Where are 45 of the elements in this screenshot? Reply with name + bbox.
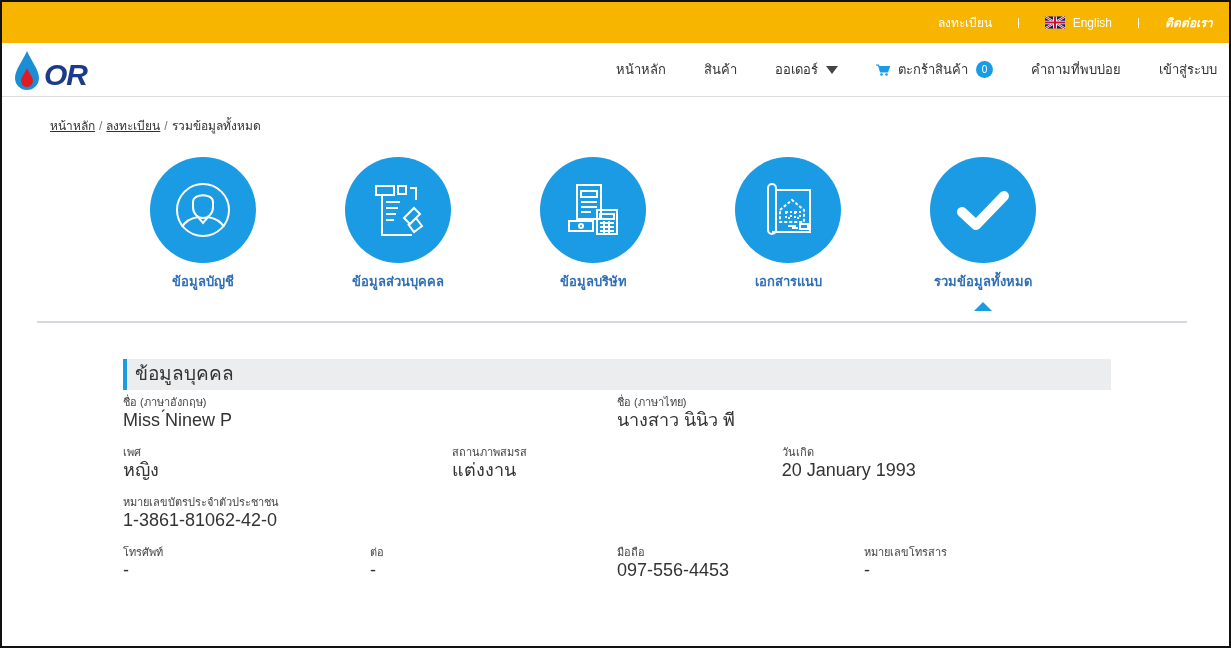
field-value: 20 January 1993	[781, 460, 917, 482]
field-value: Miss ́Ninew P	[123, 410, 234, 432]
nav-link[interactable]: หน้าหลัก	[616, 59, 666, 80]
breadcrumb-separator: /	[164, 119, 168, 133]
step-tab[interactable]: เอกสารแนบ	[754, 272, 822, 292]
field-value: -	[123, 560, 130, 582]
cart-icon	[876, 63, 890, 76]
step-tab[interactable]: ข้อมูลส่วนบุคคล	[352, 272, 444, 292]
field-label: สถานภาพสมรส	[452, 444, 529, 460]
field-value: นางสาว นินิว พี	[617, 410, 736, 432]
breadcrumb-link[interactable]: ลงทะเบียน	[106, 119, 161, 133]
section-heading: ข้อมูลบุคคล	[123, 359, 1111, 390]
field-value: -	[864, 560, 871, 582]
nav-link[interactable]: เข้าสู่ระบบ	[1159, 59, 1217, 80]
field-label: หมายเลขบัตรประจำตัวประชาชน	[123, 494, 280, 510]
nav-link[interactable]: คำถามที่พบบ่อย	[1031, 59, 1121, 80]
person-icon	[173, 180, 233, 240]
breadcrumb-link[interactable]: หน้าหลัก	[50, 119, 95, 133]
step-tab[interactable]: ข้อมูลบัญชี	[172, 272, 234, 292]
logo[interactable]: OR	[14, 49, 87, 90]
field-label: ชื่อ (ภาษาไทย)	[617, 393, 688, 410]
dropdown-link[interactable]: ออเดอร์	[775, 59, 838, 80]
step-tab[interactable]: รวมข้อมูลทั้งหมด	[934, 272, 1032, 311]
field-value: หญิง	[123, 460, 160, 482]
field-label: โทรศัพท์	[123, 544, 164, 560]
breadcrumb-separator: /	[99, 119, 103, 133]
field-label: มือถือ	[617, 544, 646, 560]
field-value: 1-3861-81062-42-0	[123, 510, 279, 532]
breadcrumb-current: รวมข้อมูลทั้งหมด	[171, 119, 261, 133]
nav-link[interactable]: สินค้า	[704, 59, 737, 80]
active-step-indicator	[974, 301, 992, 311]
step-tab[interactable]: ข้อมูลบริษัท	[559, 272, 627, 292]
field-value: -	[370, 560, 377, 582]
check-icon	[957, 190, 1009, 230]
field-value: 097-556-4453	[617, 560, 731, 582]
caret-icon	[826, 65, 838, 74]
field-label: วันเกิด	[781, 444, 815, 460]
field-label: ต่อ	[370, 544, 385, 560]
cart-link[interactable]: ตะกร้าสินค้า 0	[876, 59, 993, 80]
uk-flag-icon	[1044, 16, 1065, 29]
field-value: แต่งงาน	[452, 460, 518, 482]
field-label: เพศ	[123, 444, 142, 460]
cart-count-badge: 0	[976, 61, 993, 78]
field-label: ชื่อ (ภาษาอังกฤษ)	[123, 393, 208, 409]
field-label: หมายเลขโทรสาร	[864, 544, 948, 560]
